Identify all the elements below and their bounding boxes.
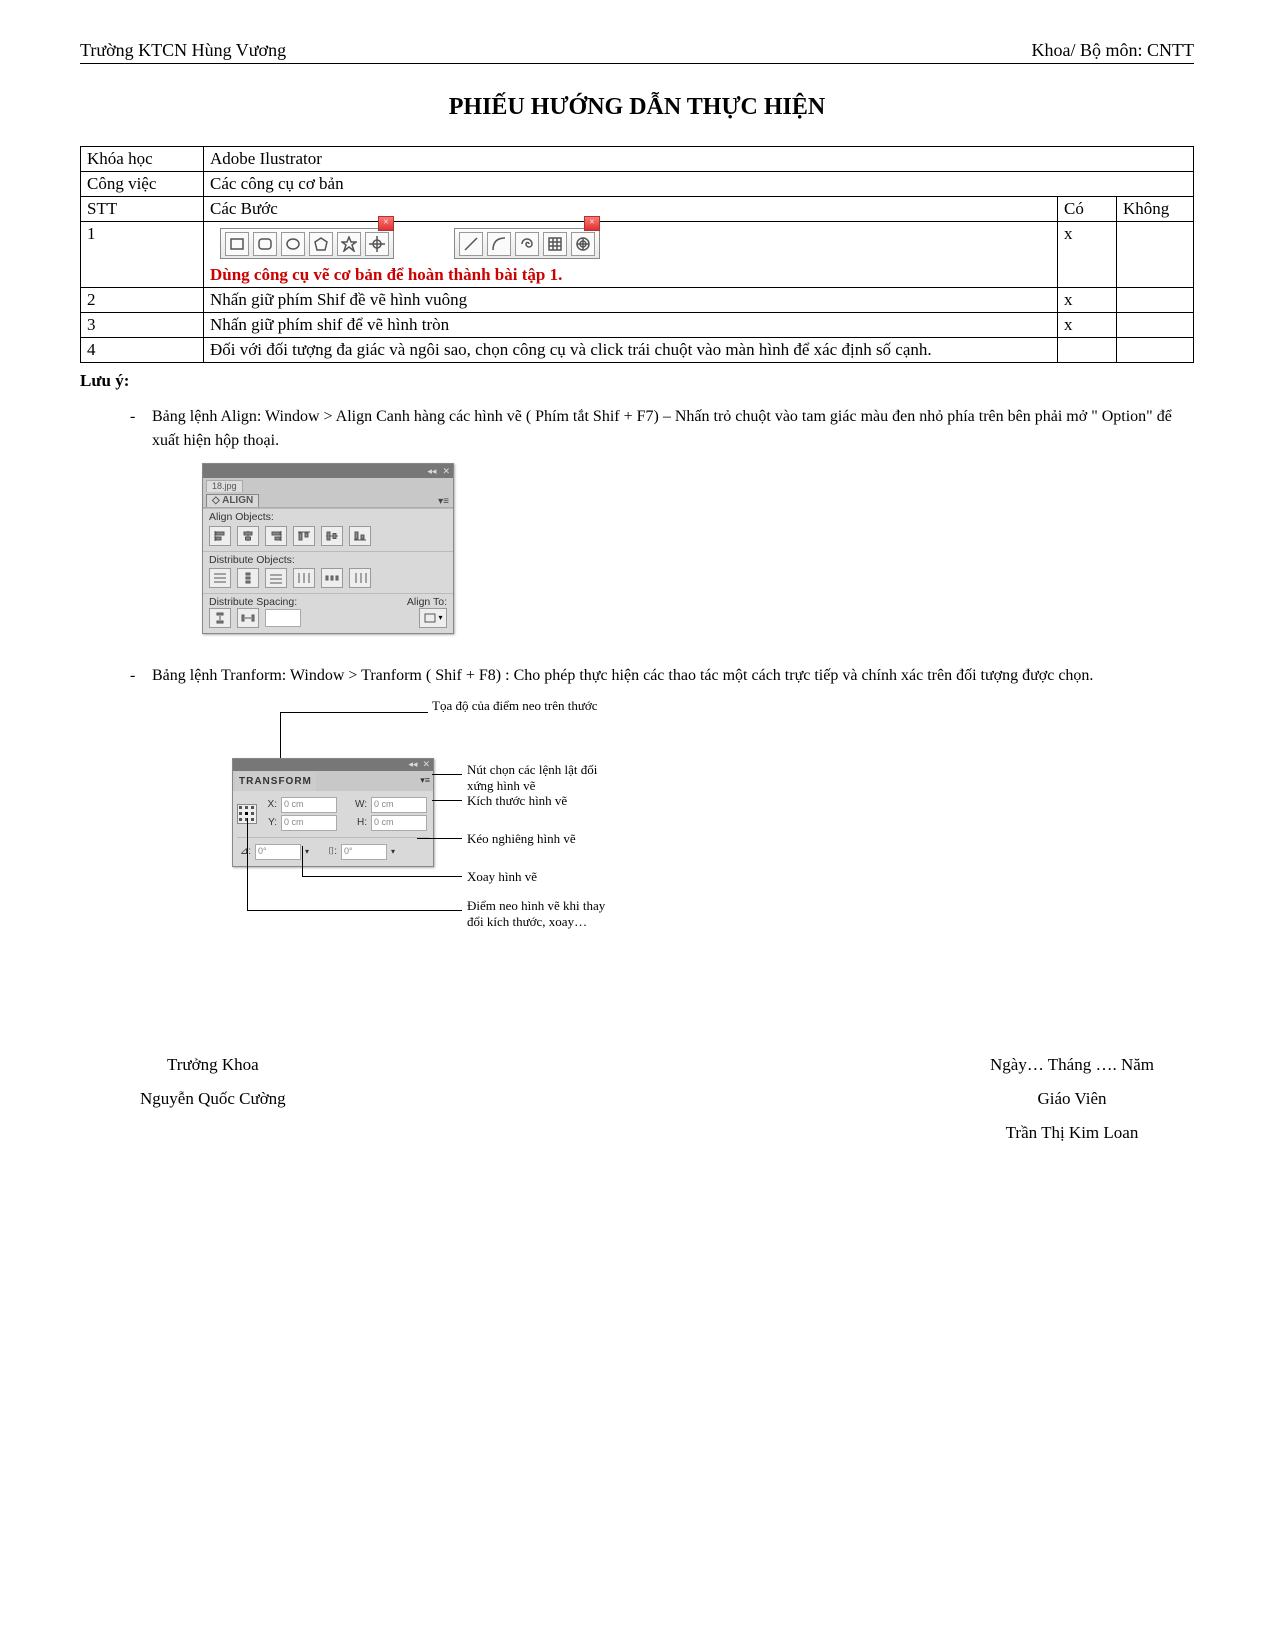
course-value: Adobe Ilustrator [204,147,1194,172]
col-yes: Có [1058,197,1117,222]
page-title: PHIẾU HƯỚNG DẪN THỰC HIỆN [80,94,1194,121]
align-panel: ◂◂ ✕ 18.jpg ◇ ALIGN ▾≡ Align Objects: [202,463,454,634]
panel-tab-small[interactable]: 18.jpg [206,480,243,492]
table-row: 2 Nhấn giữ phím Shif đề vẽ hình vuông x [81,288,1194,313]
close-icon[interactable]: ✕ [422,758,430,772]
header-left: Trường KTCN Hùng Vương [80,40,286,61]
distribute-right-icon[interactable] [349,568,371,588]
align-hcenter-icon[interactable] [237,526,259,546]
w-field[interactable]: 0 cm [371,797,427,813]
note-1-text: Bảng lệnh Align: Window > Align Canh hàn… [152,408,1172,449]
header-right: Khoa/ Bộ môn: CNTT [1032,40,1195,61]
signature-block: Trưởng Khoa Nguyễn Quốc Cường Ngày… Thán… [80,1048,1194,1150]
align-to-dropdown[interactable]: ▾ [419,608,447,628]
list-item: Bảng lệnh Align: Window > Align Canh hàn… [130,405,1194,634]
table-row: 4 Đối với đối tượng đa giác và ngôi sao,… [81,338,1194,363]
align-bottom-icon[interactable] [349,526,371,546]
rounded-rect-icon[interactable] [253,232,277,256]
spacing-field[interactable] [265,609,301,627]
annotation: Xoay hình vẽ [467,869,537,885]
annotation: Tọa độ của điểm neo trên thước [432,698,598,714]
notes-list: Bảng lệnh Align: Window > Align Canh hàn… [80,405,1194,978]
row1-instruction: Dùng công cụ vẽ cơ bản để hoàn thành bài… [210,265,1051,285]
distribute-left-icon[interactable] [293,568,315,588]
col-no: Không [1117,197,1194,222]
transform-panel: ◂◂ ✕ TRANSFORM ▾≡ [232,758,434,867]
y-field[interactable]: 0 cm [281,815,337,831]
course-label: Khóa học [81,147,204,172]
section-label: Distribute Objects: [209,555,447,566]
polar-grid-icon[interactable] [571,232,595,256]
section-label: Align To: [407,597,447,608]
collapse-icon[interactable]: ◂◂ [408,758,417,772]
page-header: Trường KTCN Hùng Vương Khoa/ Bộ môn: CNT… [80,40,1194,64]
align-vcenter-icon[interactable] [321,526,343,546]
col-stt: STT [81,197,204,222]
table-row: 3 Nhấn giữ phím shif để vẽ hình tròn x [81,313,1194,338]
arc-icon[interactable] [487,232,511,256]
distribute-vcenter-icon[interactable] [237,568,259,588]
dropdown-icon[interactable]: ▾ [391,846,395,858]
h-field[interactable]: 0 cm [371,815,427,831]
polygon-icon[interactable] [309,232,333,256]
shape-toolbar: × [220,228,394,259]
close-icon[interactable]: × [584,216,600,231]
dropdown-icon[interactable]: ▾ [305,846,309,858]
note-heading: Lưu ý: [80,371,1194,391]
ellipse-icon[interactable] [281,232,305,256]
section-label: Distribute Spacing: [209,597,297,608]
align-top-icon[interactable] [293,526,315,546]
line-toolbar: × [454,228,600,259]
distribute-top-icon[interactable] [209,568,231,588]
spiral-icon[interactable] [515,232,539,256]
sig-right-name: Trần Thị Kim Loan [990,1116,1154,1150]
panel-tab-transform[interactable]: TRANSFORM [235,772,316,791]
table-row: 1 × × [81,222,1194,288]
x-field[interactable]: 0 cm [281,797,337,813]
annotation: Nút chọn các lệnh lật đối xứng hình vẽ [467,762,607,795]
grid-icon[interactable] [543,232,567,256]
sig-left-name: Nguyễn Quốc Cường [140,1082,286,1116]
sig-left-title: Trưởng Khoa [140,1048,286,1082]
rectangle-icon[interactable] [225,232,249,256]
task-value: Các công cụ cơ bản [204,172,1194,197]
task-label: Công việc [81,172,204,197]
distribute-vspace-icon[interactable] [209,608,231,628]
rotate-field[interactable]: 0° [255,844,301,860]
close-icon[interactable]: × [378,216,394,231]
align-right-icon[interactable] [265,526,287,546]
transform-figure: Tọa độ của điểm neo trên thước ◂◂ ✕ TRANS… [232,698,712,978]
annotation: Kéo nghiêng hình vẽ [467,831,576,847]
distribute-hcenter-icon[interactable] [321,568,343,588]
main-table: Khóa học Adobe Ilustrator Công việc Các … [80,146,1194,363]
align-left-icon[interactable] [209,526,231,546]
panel-tab-align[interactable]: ◇ ALIGN [206,494,259,507]
collapse-icon[interactable]: ◂◂ [427,467,436,476]
star-icon[interactable] [337,232,361,256]
menu-icon[interactable]: ▾≡ [438,497,449,507]
col-steps: Các Bước [204,197,1058,222]
shear-field[interactable]: 0° [341,844,387,860]
menu-icon[interactable]: ▾≡ [420,774,430,788]
distribute-hspace-icon[interactable] [237,608,259,628]
close-icon[interactable]: ✕ [442,467,450,476]
annotation: Điểm neo hình vẽ khi thay đổi kích thước… [467,898,617,931]
sig-right-title: Giáo Viên [990,1082,1154,1116]
list-item: Bảng lệnh Tranform: Window > Tranform ( … [130,664,1194,978]
annotation: Kích thước hình vẽ [467,793,567,809]
section-label: Align Objects: [209,512,447,523]
line-icon[interactable] [459,232,483,256]
note-2-text: Bảng lệnh Tranform: Window > Tranform ( … [152,667,1093,684]
flare-icon[interactable] [365,232,389,256]
sig-right-date: Ngày… Tháng …. Năm [990,1048,1154,1082]
panel-titlebar: ◂◂ ✕ [203,464,453,478]
toolbars-figure: × × [210,224,1051,265]
distribute-bottom-icon[interactable] [265,568,287,588]
